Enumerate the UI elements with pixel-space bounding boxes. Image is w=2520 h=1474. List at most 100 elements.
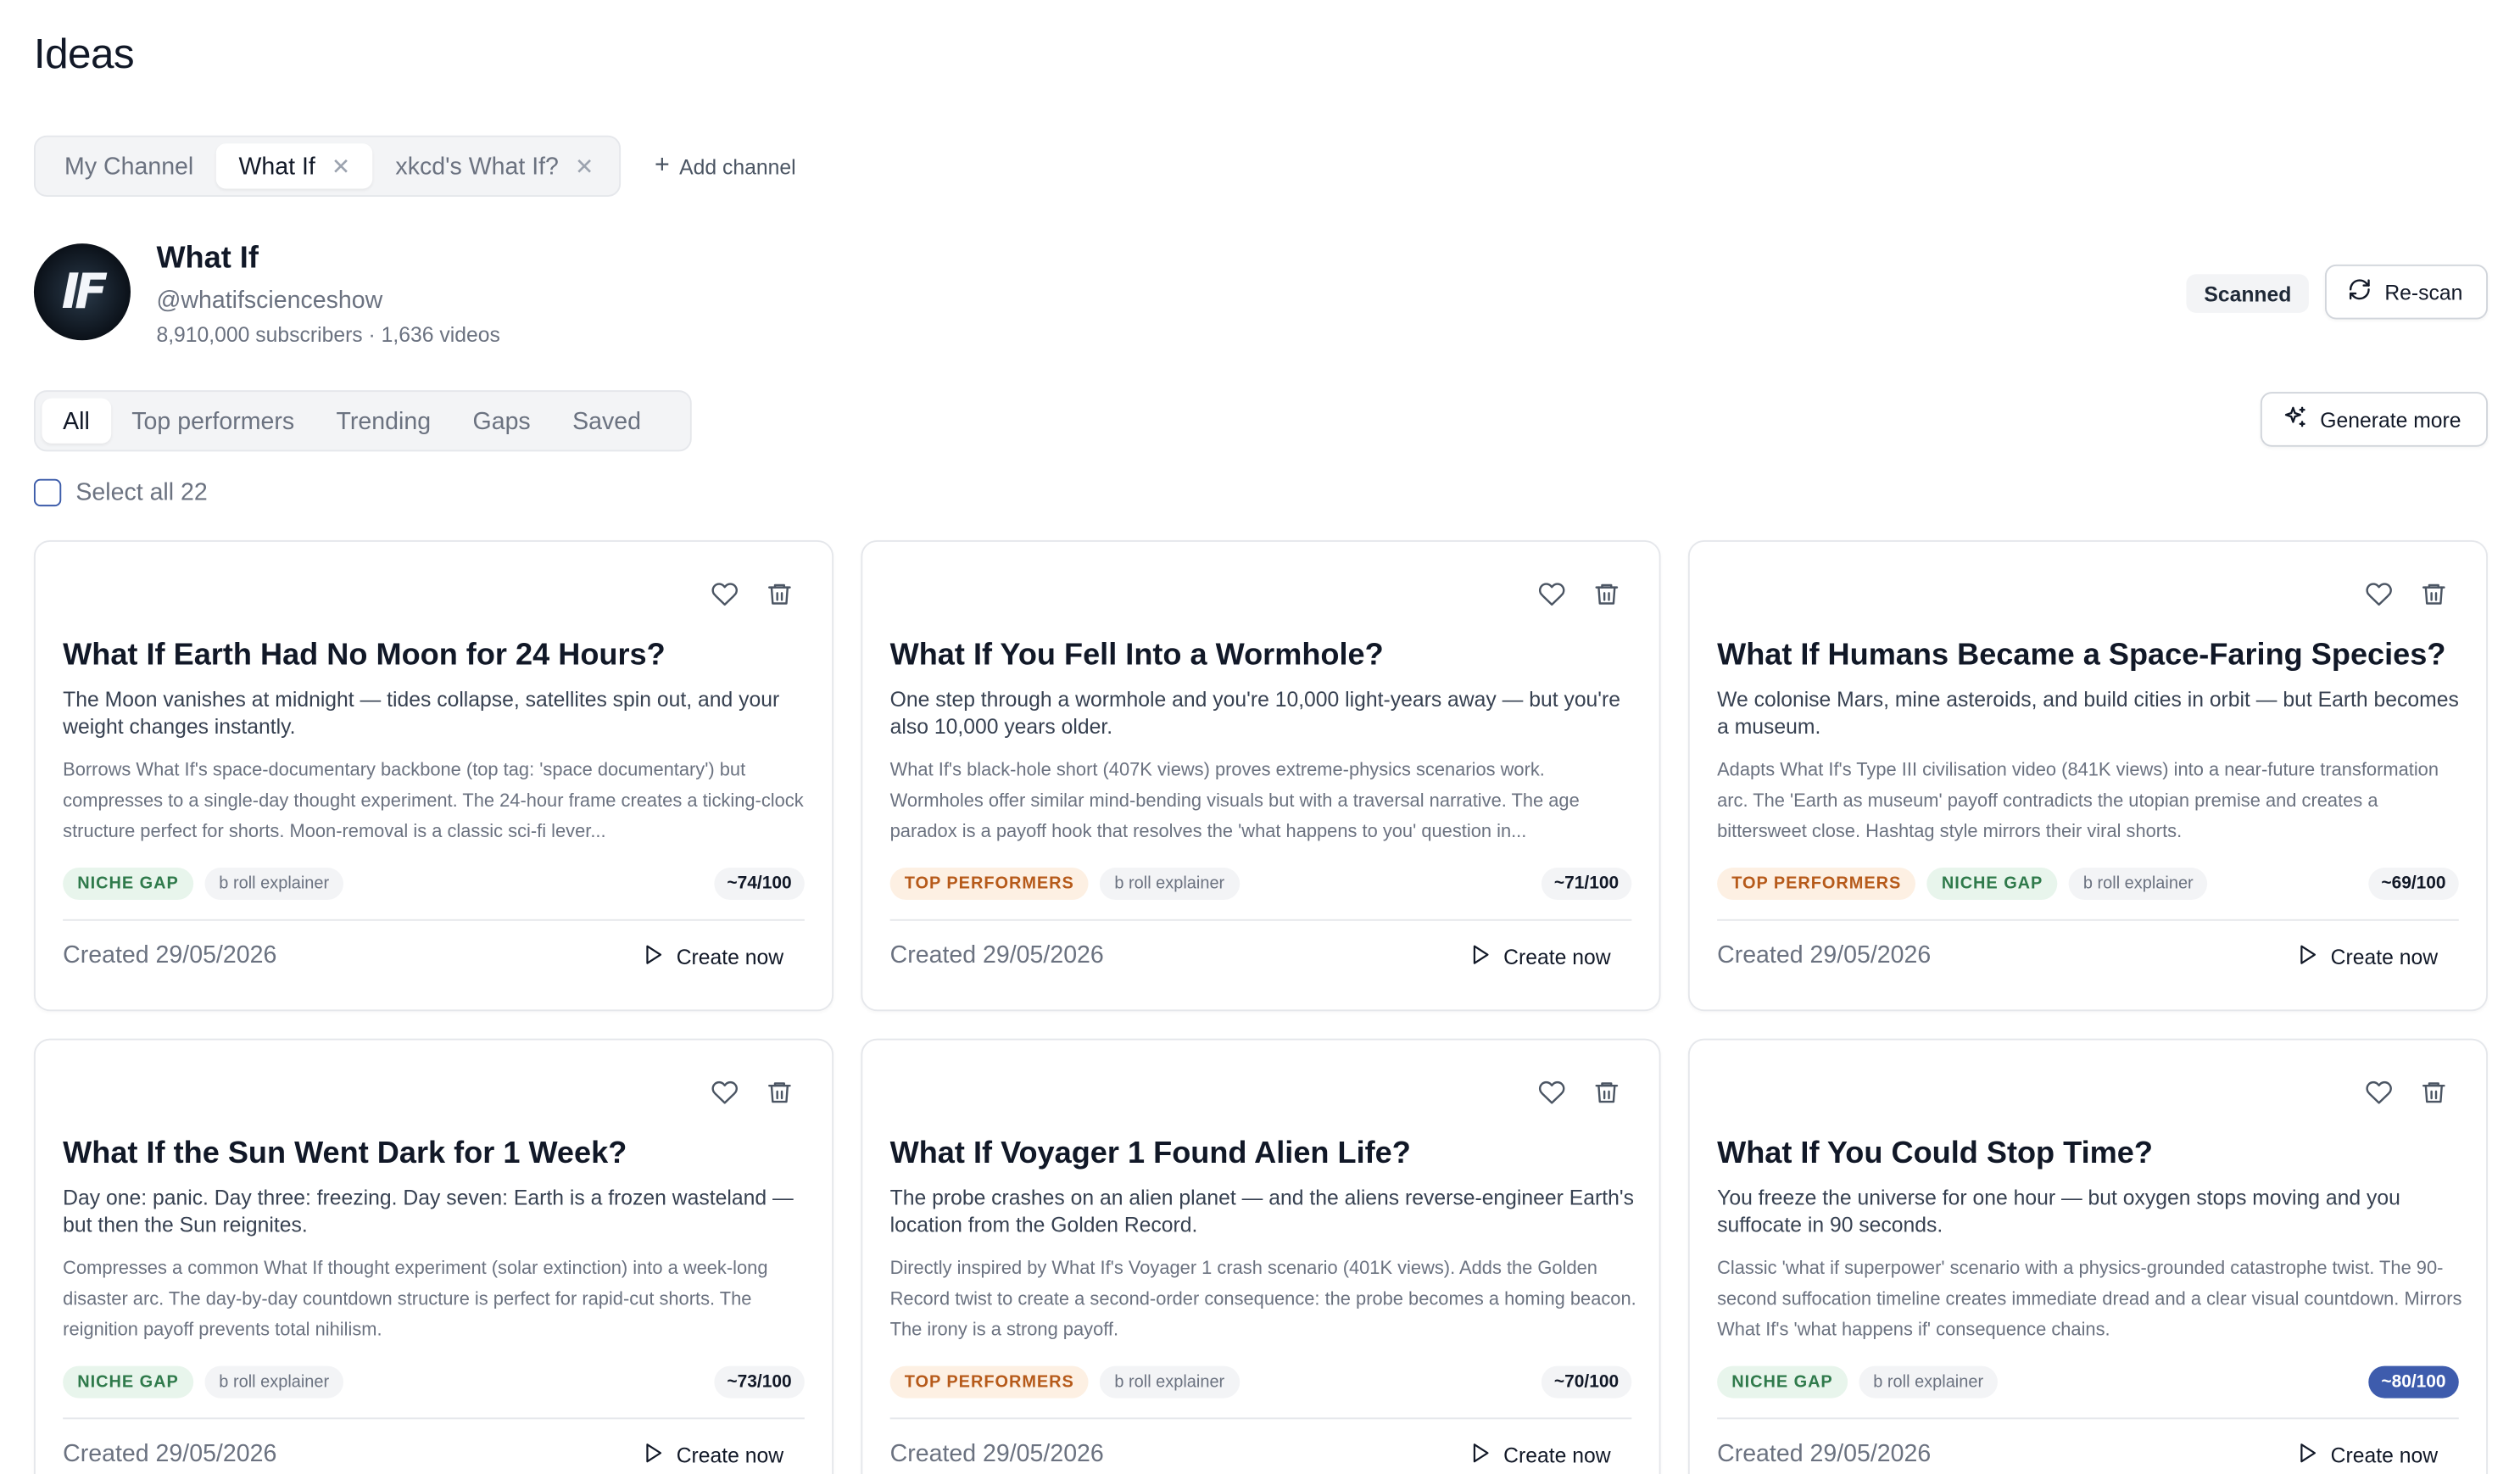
avatar-logo-text: IF	[61, 263, 108, 321]
tab-what-if[interactable]: What If ✕	[215, 143, 373, 189]
format-tag: b roll explainer	[2068, 868, 2208, 901]
idea-tags: TOP PERFORMERS b roll explainer	[889, 868, 1240, 901]
create-now-label: Create now	[1503, 944, 1611, 969]
idea-card[interactable]: What If Earth Had No Moon for 24 Hours? …	[33, 540, 834, 1012]
idea-tags: TOP PERFORMERS b roll explainer	[889, 1365, 1240, 1399]
top-performers-tag: TOP PERFORMERS	[1717, 868, 1916, 901]
idea-card[interactable]: What If Humans Became a Space-Faring Spe…	[1687, 540, 2489, 1012]
create-now-label: Create now	[2330, 944, 2439, 969]
close-icon[interactable]: ✕	[332, 153, 350, 180]
idea-card[interactable]: What If You Fell Into a Wormhole? One st…	[861, 540, 1661, 1012]
create-now-button[interactable]: Create now	[2274, 1433, 2459, 1474]
idea-card[interactable]: What If You Could Stop Time? You freeze …	[1687, 1038, 2489, 1474]
create-now-button[interactable]: Create now	[620, 935, 805, 977]
idea-title: What If Earth Had No Moon for 24 Hours?	[63, 638, 666, 673]
tab-xkcd-what-if[interactable]: xkcd's What If? ✕	[373, 143, 616, 188]
select-all-checkbox[interactable]	[33, 478, 62, 507]
card-actions	[2362, 1075, 2450, 1108]
tab-label: xkcd's What If?	[395, 152, 559, 181]
niche-gap-tag: NICHE GAP	[1926, 868, 2058, 901]
format-tag: b roll explainer	[1100, 868, 1240, 901]
idea-tags: NICHE GAP b roll explainer	[63, 868, 344, 901]
heart-icon[interactable]	[2362, 1075, 2395, 1108]
idea-rationale: Classic 'what if superpower' scenario wi…	[1717, 1259, 2462, 1341]
idea-hook: You freeze the universe for one hour — b…	[1717, 1185, 2400, 1237]
create-now-button[interactable]: Create now	[1447, 1433, 1632, 1474]
channel-name: What If	[156, 242, 259, 276]
trash-icon[interactable]	[762, 578, 794, 610]
heart-icon[interactable]	[2362, 578, 2395, 610]
idea-hook: The probe crashes on an alien planet — a…	[889, 1185, 1634, 1237]
divider	[1717, 918, 2459, 921]
score-badge: ~70/100	[1541, 1365, 1632, 1399]
play-icon	[2295, 1441, 2318, 1468]
trash-icon[interactable]	[1590, 578, 1622, 610]
heart-icon[interactable]	[708, 578, 740, 610]
format-tag: b roll explainer	[204, 1365, 344, 1399]
trash-icon[interactable]	[1590, 1075, 1622, 1108]
trash-icon[interactable]	[762, 1075, 794, 1108]
idea-tags: NICHE GAP b roll explainer	[1717, 1365, 1999, 1399]
heart-icon[interactable]	[1535, 578, 1567, 610]
heart-icon[interactable]	[708, 1075, 740, 1108]
divider	[889, 1417, 1632, 1420]
divider	[63, 918, 805, 921]
idea-rationale: Compresses a common What If thought expe…	[63, 1259, 768, 1341]
status-badge: Scanned	[2186, 274, 2310, 313]
channel-handle: @whatifscienceshow	[156, 287, 383, 315]
play-icon	[2295, 942, 2318, 969]
idea-rationale: Borrows What If's space-documentary back…	[63, 761, 804, 842]
generate-more-button[interactable]: Generate more	[2260, 392, 2489, 447]
score-badge: ~73/100	[714, 1365, 805, 1399]
rescan-label: Re-scan	[2384, 279, 2463, 304]
tab-trending[interactable]: Trending	[315, 399, 452, 444]
tab-all[interactable]: All	[42, 398, 111, 444]
score-badge: ~74/100	[714, 868, 805, 901]
rescan-button[interactable]: Re-scan	[2324, 264, 2489, 320]
tab-saved[interactable]: Saved	[551, 399, 661, 444]
trash-icon[interactable]	[2417, 578, 2449, 610]
created-date: Created 29/05/2026	[63, 941, 277, 969]
create-now-label: Create now	[1503, 1442, 1611, 1467]
card-actions	[708, 578, 795, 610]
play-icon	[641, 942, 664, 969]
card-actions	[2362, 578, 2450, 610]
add-channel-button[interactable]: + Add channel	[655, 148, 796, 184]
create-now-label: Create now	[676, 1442, 784, 1467]
top-performers-tag: TOP PERFORMERS	[889, 1365, 1089, 1399]
idea-rationale: Adapts What If's Type III civilisation v…	[1717, 761, 2439, 842]
created-date: Created 29/05/2026	[1717, 941, 1932, 969]
idea-title: What If You Fell Into a Wormhole?	[889, 638, 1384, 673]
divider	[889, 918, 1632, 921]
tab-top-performers[interactable]: Top performers	[111, 399, 315, 444]
idea-rationale: Directly inspired by What If's Voyager 1…	[889, 1259, 1636, 1341]
close-icon[interactable]: ✕	[575, 153, 594, 180]
score-badge: ~69/100	[2368, 868, 2459, 901]
trash-icon[interactable]	[2417, 1075, 2449, 1108]
create-now-button[interactable]: Create now	[1447, 935, 1632, 977]
heart-icon[interactable]	[1535, 1075, 1567, 1108]
create-now-label: Create now	[2330, 1442, 2439, 1467]
plus-icon: +	[655, 151, 670, 180]
niche-gap-tag: NICHE GAP	[1717, 1365, 1848, 1399]
idea-card[interactable]: What If Voyager 1 Found Alien Life? The …	[861, 1038, 1661, 1474]
format-tag: b roll explainer	[1859, 1365, 1999, 1399]
card-actions	[1535, 578, 1622, 610]
create-now-button[interactable]: Create now	[620, 1433, 805, 1474]
tab-gaps[interactable]: Gaps	[452, 399, 552, 444]
create-now-button[interactable]: Create now	[2274, 935, 2459, 977]
tab-label: What If	[238, 152, 315, 181]
avatar: IF	[33, 243, 131, 341]
divider	[1717, 1417, 2459, 1420]
tab-my-channel[interactable]: My Channel	[42, 143, 215, 188]
niche-gap-tag: NICHE GAP	[63, 1365, 193, 1399]
idea-title: What If Humans Became a Space-Faring Spe…	[1717, 638, 2446, 673]
card-actions	[1535, 1075, 1622, 1108]
idea-hook: We colonise Mars, mine asteroids, and bu…	[1717, 687, 2459, 739]
select-all[interactable]: Select all 22	[33, 478, 208, 507]
tab-label: My Channel	[64, 152, 194, 181]
idea-title: What If You Could Stop Time?	[1717, 1136, 2153, 1171]
select-all-label: Select all 22	[75, 478, 208, 507]
idea-card[interactable]: What If the Sun Went Dark for 1 Week? Da…	[33, 1038, 834, 1474]
idea-title: What If the Sun Went Dark for 1 Week?	[63, 1136, 627, 1171]
